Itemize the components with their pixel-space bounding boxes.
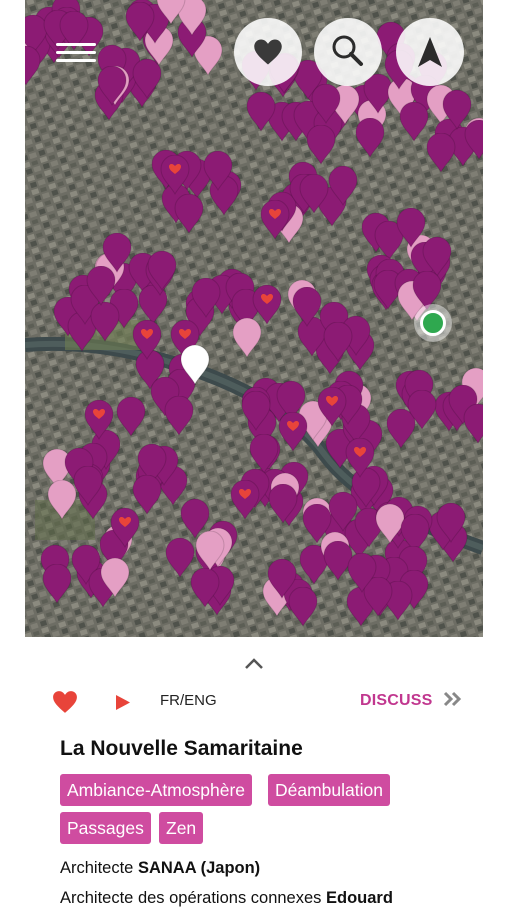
- locate-button[interactable]: [396, 18, 464, 86]
- map-pin[interactable]: [328, 166, 358, 207]
- chevron-up-icon[interactable]: [243, 656, 265, 670]
- map-pin[interactable]: [97, 66, 127, 107]
- map-pin[interactable]: [317, 387, 347, 427]
- search-button[interactable]: [314, 18, 382, 86]
- map-pin[interactable]: [306, 125, 336, 166]
- map-pin[interactable]: [25, 45, 41, 86]
- map-view[interactable]: [25, 0, 483, 637]
- map-pin[interactable]: [252, 285, 282, 325]
- operations-architect-line: Architecte des opérations connexes Edoua…: [60, 889, 393, 908]
- navigation-arrow-icon: [418, 37, 442, 67]
- map-pin[interactable]: [164, 395, 194, 436]
- favorite-heart-icon[interactable]: [52, 690, 78, 714]
- map-pin[interactable]: [84, 400, 114, 440]
- map-pin[interactable]: [241, 391, 271, 432]
- map-pin[interactable]: [288, 586, 318, 627]
- map-pin[interactable]: [260, 200, 290, 240]
- tag-deambulation[interactable]: Déambulation: [268, 774, 390, 806]
- discuss-link[interactable]: DISCUSS: [360, 691, 463, 710]
- map-pin[interactable]: [191, 278, 221, 319]
- map-pin[interactable]: [407, 390, 437, 431]
- map-pin[interactable]: [246, 92, 276, 133]
- double-chevron-right-icon: [444, 691, 462, 707]
- map-pin[interactable]: [156, 0, 186, 26]
- map-pin[interactable]: [42, 563, 72, 604]
- current-location-marker: [414, 304, 452, 342]
- map-pin[interactable]: [328, 492, 358, 533]
- map-pin[interactable]: [190, 567, 220, 608]
- architect-prefix: Architecte: [60, 859, 138, 877]
- tag-ambiance[interactable]: Ambiance-Atmosphère: [60, 774, 252, 806]
- map-pin[interactable]: [147, 250, 177, 291]
- map-pin[interactable]: [249, 433, 279, 474]
- map-pin[interactable]: [90, 301, 120, 342]
- map-pin[interactable]: [86, 266, 116, 307]
- magnifier-icon: [332, 35, 363, 66]
- map-pin[interactable]: [426, 132, 456, 173]
- map-pin[interactable]: [442, 90, 472, 131]
- play-icon[interactable]: [115, 694, 131, 711]
- map-pin[interactable]: [132, 320, 162, 360]
- map-pin[interactable]: [311, 84, 341, 125]
- favorites-button[interactable]: [234, 18, 302, 86]
- map-pin[interactable]: [73, 465, 103, 506]
- operations-prefix: Architecte des opérations connexes: [60, 889, 326, 907]
- place-title: La Nouvelle Samaritaine: [60, 737, 303, 760]
- architect-name: SANAA (Japon): [137, 859, 261, 877]
- map-pin[interactable]: [100, 558, 130, 599]
- map-pin[interactable]: [436, 503, 466, 543]
- tag-zen[interactable]: Zen: [159, 812, 204, 844]
- map-pin[interactable]: [323, 322, 353, 363]
- current-location-dot: [420, 310, 446, 336]
- architect-line: Architecte SANAA (Japon): [60, 859, 260, 878]
- map-pin[interactable]: [345, 438, 375, 478]
- map-pin[interactable]: [180, 345, 210, 385]
- map-pin[interactable]: [268, 484, 298, 525]
- operations-name: Edouard: [326, 889, 393, 907]
- map-pin[interactable]: [292, 287, 322, 328]
- map-pin[interactable]: [399, 102, 429, 143]
- map-pin[interactable]: [203, 150, 233, 191]
- map-pin[interactable]: [230, 480, 260, 520]
- map-pin[interactable]: [463, 403, 483, 444]
- hamburger-menu-icon[interactable]: [56, 38, 96, 68]
- map-pin[interactable]: [110, 508, 140, 548]
- map-pin[interactable]: [299, 173, 329, 214]
- discuss-label: DISCUSS: [360, 692, 433, 709]
- map-pin[interactable]: [125, 1, 155, 42]
- heart-icon: [254, 39, 282, 65]
- map-pin[interactable]: [347, 552, 377, 593]
- map-pin[interactable]: [278, 412, 308, 452]
- tag-passages[interactable]: Passages: [60, 812, 151, 844]
- map-pin[interactable]: [195, 530, 225, 571]
- language-toggle[interactable]: FR/ENG: [160, 692, 217, 709]
- map-pin[interactable]: [160, 155, 190, 195]
- map-pin[interactable]: [174, 193, 204, 234]
